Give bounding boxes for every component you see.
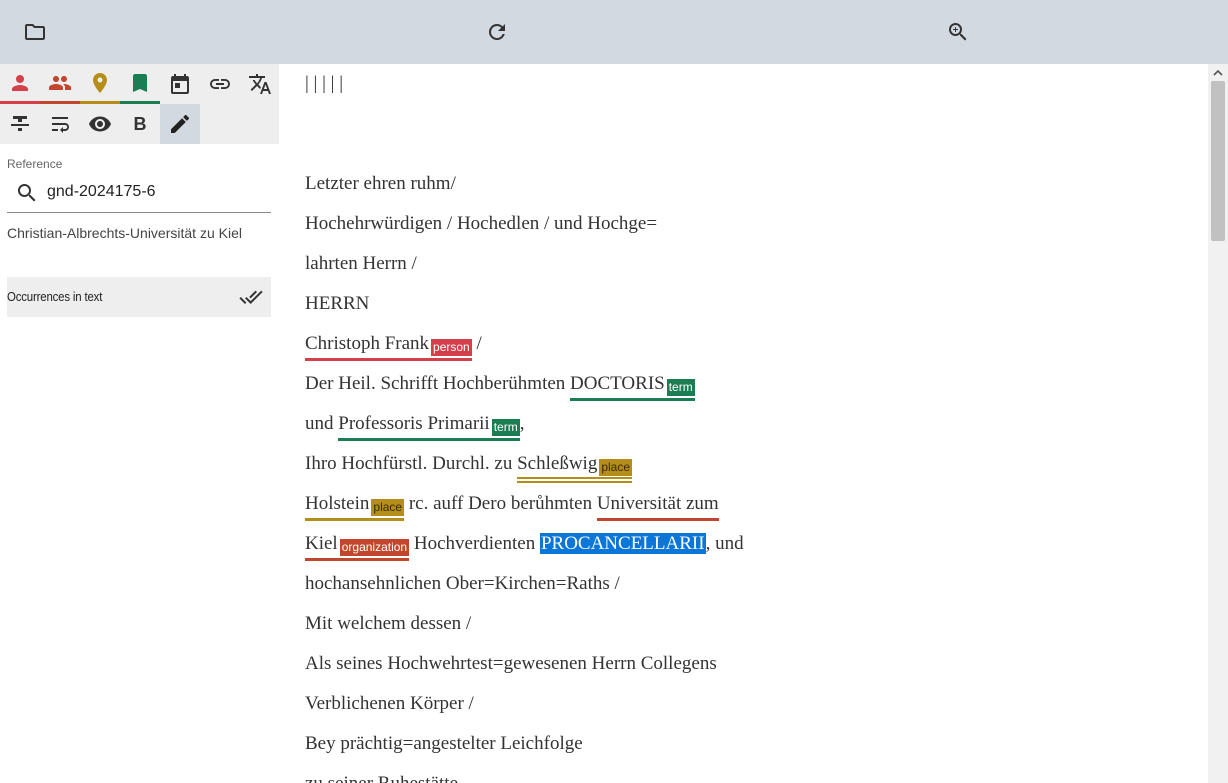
refresh-icon bbox=[488, 23, 505, 40]
reference-label: Reference bbox=[7, 157, 63, 171]
strikethrough-button[interactable] bbox=[0, 104, 40, 144]
person-icon bbox=[12, 74, 28, 91]
strikethrough-icon bbox=[11, 116, 29, 131]
annotate-link-button[interactable] bbox=[200, 64, 240, 104]
link-icon bbox=[210, 79, 230, 89]
bookmark-icon bbox=[133, 73, 147, 92]
wrap-text-button[interactable] bbox=[40, 104, 80, 144]
term-entity[interactable]: Professoris Primarii term bbox=[338, 412, 520, 441]
document-text-area[interactable]: | | | | | Letzter ehren ruhm/ Hochehrwür… bbox=[279, 64, 1208, 783]
place-pin-icon bbox=[93, 72, 107, 93]
done-all-icon bbox=[239, 290, 263, 304]
persons-group-icon bbox=[49, 75, 71, 90]
person-entity[interactable]: Christoph Frank person bbox=[305, 332, 472, 361]
zoom-in-icon bbox=[949, 23, 967, 41]
open-folder-button[interactable] bbox=[19, 16, 51, 48]
text-line: Kiel organization Hochverdienten PROCANCE… bbox=[305, 532, 744, 561]
place-entity[interactable]: Schleßwig place bbox=[517, 452, 633, 483]
search-icon bbox=[18, 184, 36, 202]
reference-search-field[interactable] bbox=[7, 172, 271, 213]
text-line: Der Heil. Schrifft Hochberühmten DOCTORI… bbox=[305, 372, 695, 401]
text-line: zu seiner Ruhestätte bbox=[305, 772, 458, 783]
annotate-translation-button[interactable] bbox=[240, 64, 280, 104]
translate-icon bbox=[249, 74, 271, 94]
text-line: HERRN bbox=[305, 293, 370, 314]
text-line: Christoph Frank person / bbox=[305, 332, 482, 361]
refresh-button[interactable] bbox=[481, 16, 513, 48]
text-line: Letzter ehren ruhm/ bbox=[305, 173, 456, 194]
zoom-in-button[interactable] bbox=[942, 16, 974, 48]
text-line: und Professoris Primarii term, bbox=[305, 412, 524, 441]
edit-pencil-icon bbox=[171, 114, 190, 133]
reference-description: Christian-Albrechts-Universität zu Kiel bbox=[7, 225, 242, 241]
top-toolbar bbox=[0, 0, 1228, 64]
text-line: Mit welchem dessen / bbox=[305, 613, 472, 634]
text-line: hochansehnlichen Ober=Kirchen=Raths / bbox=[305, 573, 620, 594]
place-tag: place bbox=[371, 499, 405, 516]
folder-icon bbox=[25, 24, 45, 40]
place-entity[interactable]: Holstein place bbox=[305, 492, 405, 521]
edit-button[interactable] bbox=[160, 104, 200, 144]
vertical-scrollbar[interactable] bbox=[1208, 64, 1228, 783]
scrollbar-thumb[interactable] bbox=[1211, 81, 1225, 241]
selected-text[interactable]: PROCANCELLARII bbox=[539, 533, 706, 554]
bold-button[interactable]: B bbox=[120, 104, 160, 144]
term-entity[interactable]: DOCTORIS term bbox=[570, 372, 695, 401]
annotate-person-button[interactable] bbox=[0, 64, 40, 104]
annotate-date-button[interactable] bbox=[160, 64, 200, 104]
bold-icon: B bbox=[133, 113, 147, 134]
left-panel: B Reference Christian-Albrechts-Universi… bbox=[0, 64, 279, 783]
reference-input[interactable] bbox=[47, 180, 262, 204]
occurrences-in-text-button[interactable]: Occurrences in text bbox=[7, 277, 271, 317]
person-tag: person bbox=[431, 339, 472, 356]
text-line: Ihro Hochfürstl. Durchl. zu Schleßwig pla… bbox=[305, 452, 633, 483]
place-tag: place bbox=[599, 459, 633, 476]
wrap-text-icon bbox=[52, 117, 69, 133]
scroll-up-button[interactable] bbox=[1208, 64, 1228, 81]
text-line: Bey prächtig=angestelter Leichfolge bbox=[305, 733, 583, 754]
calendar-icon bbox=[171, 74, 189, 94]
annotate-term-button[interactable] bbox=[120, 64, 160, 104]
eye-icon bbox=[89, 116, 111, 132]
text-line: lahrten Herrn / bbox=[305, 253, 417, 274]
chevron-up-icon bbox=[1213, 69, 1223, 76]
organization-entity[interactable]: Kiel organization bbox=[305, 532, 410, 561]
text-line: Verblichenen Körper / bbox=[305, 693, 474, 714]
annotate-group-button[interactable] bbox=[40, 64, 80, 104]
text-line: Als seines Hochwehrtest=gewesenen Herrn … bbox=[305, 653, 717, 674]
preview-button[interactable] bbox=[80, 104, 120, 144]
organization-tag: organization bbox=[339, 539, 410, 556]
annotation-toolbar: B bbox=[0, 64, 279, 144]
annotate-place-button[interactable] bbox=[80, 64, 120, 104]
organization-entity[interactable]: Universität zum bbox=[596, 492, 719, 521]
text-line: Holstein place rc. auff Dero berůhmten Un… bbox=[305, 492, 719, 521]
term-tag: term bbox=[491, 419, 520, 436]
text-line: | | | | | bbox=[305, 73, 344, 94]
text-line: Hochehrwürdigen / Hochedlen / und Hochge… bbox=[305, 213, 658, 234]
term-tag: term bbox=[666, 379, 695, 396]
occurrences-label: Occurrences in text bbox=[7, 289, 103, 304]
